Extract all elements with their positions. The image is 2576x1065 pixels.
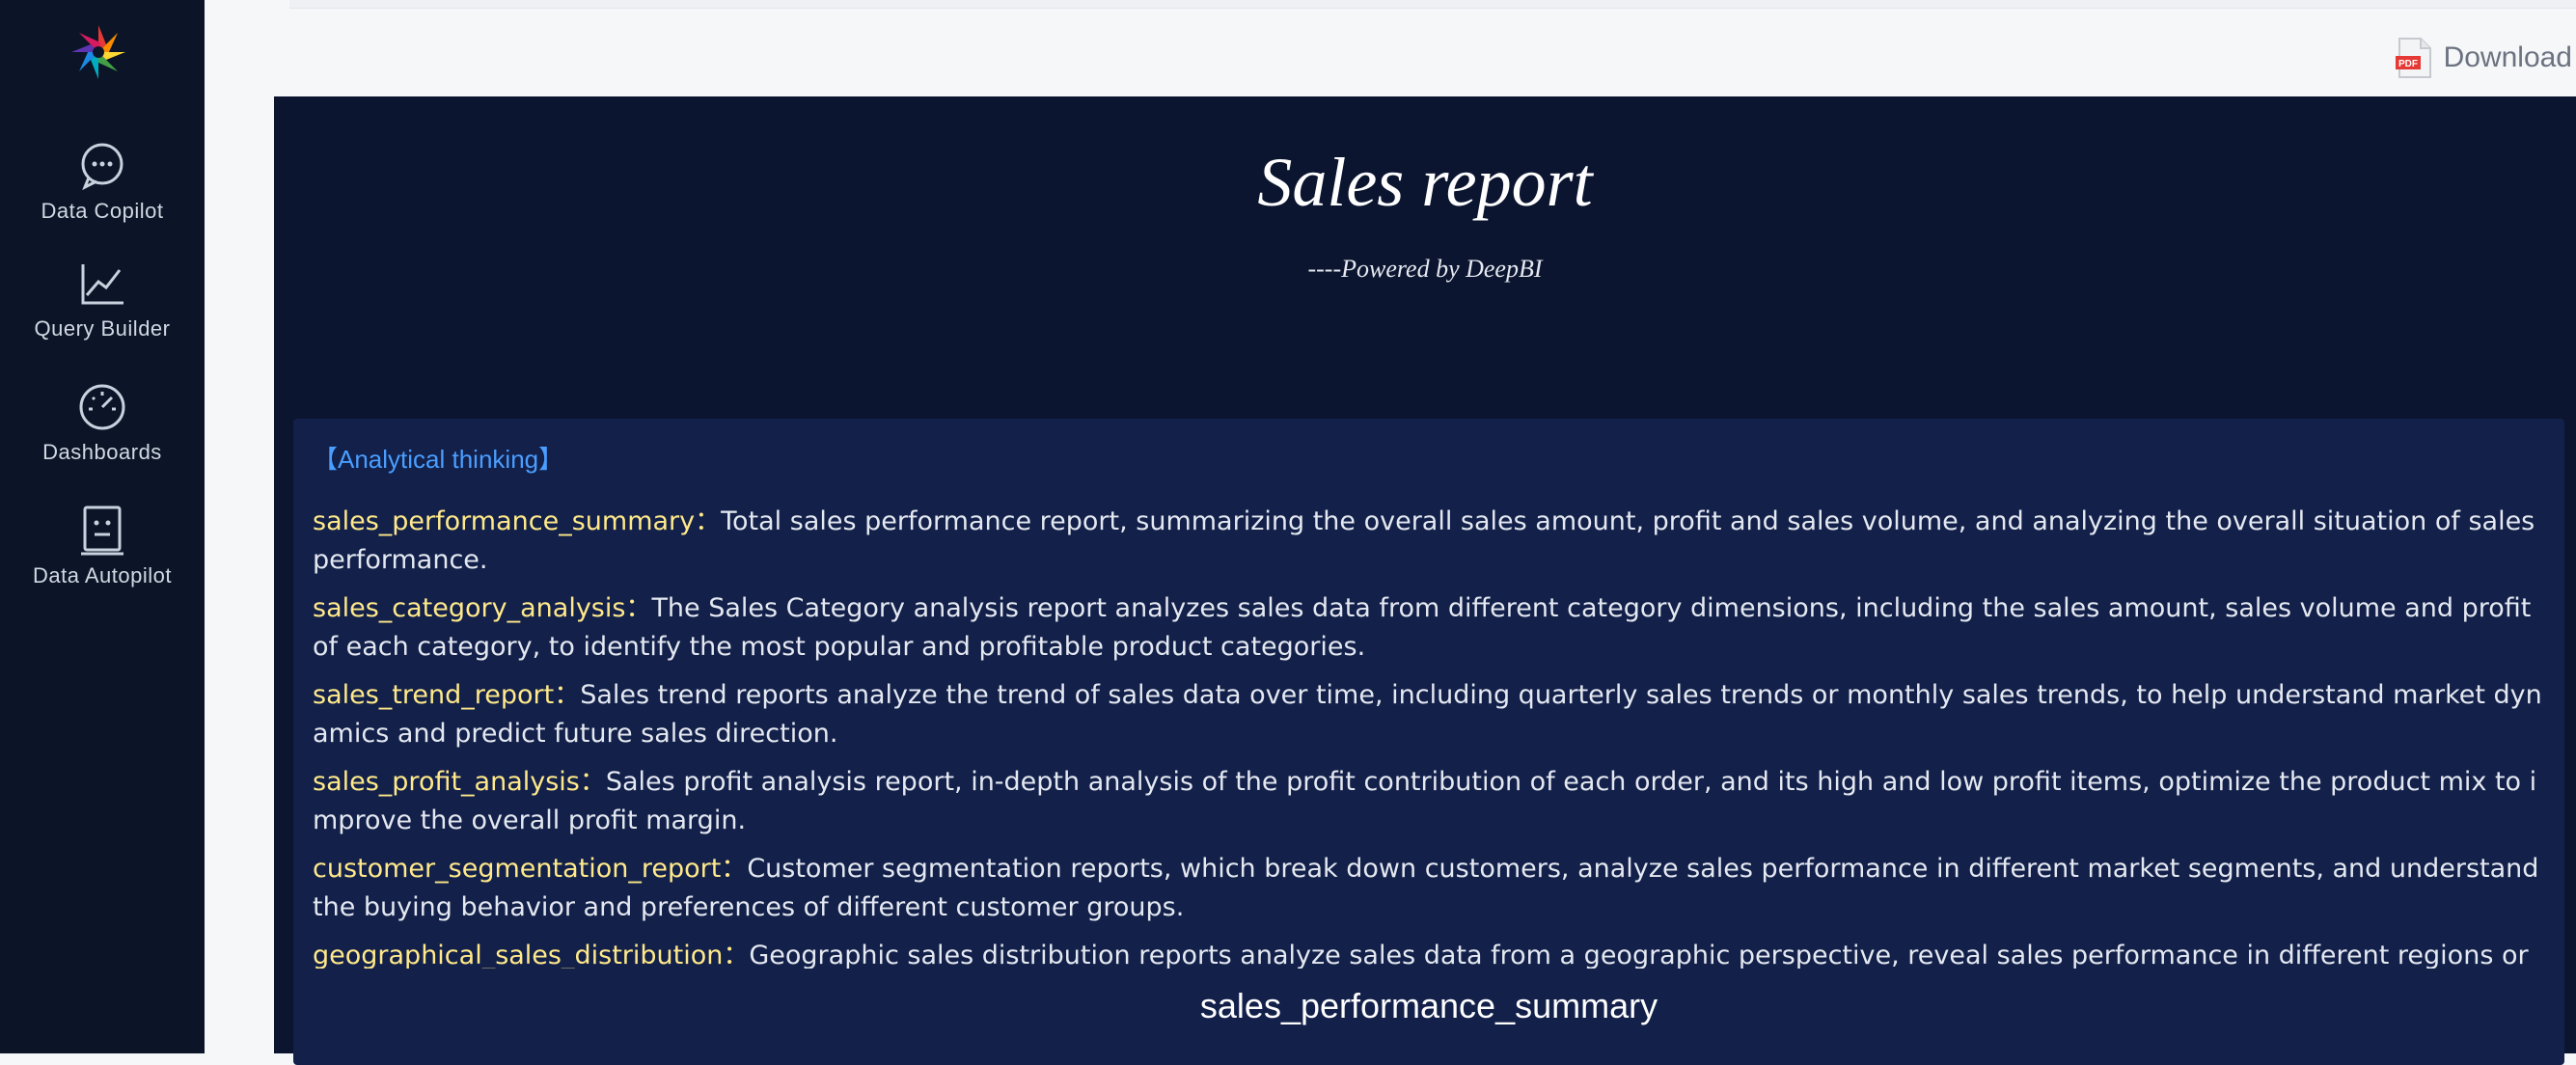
- item-key: customer_segmentation_report：: [313, 854, 748, 884]
- item-key: sales_category_analysis：: [313, 593, 652, 623]
- line-chart-icon: [81, 264, 123, 305]
- top-header-edge: [289, 0, 2576, 9]
- sidebar-item-data-copilot[interactable]: Data Copilot: [0, 139, 205, 224]
- download-label: Download: [2443, 41, 2572, 73]
- item-key: sales_trend_report：: [313, 680, 581, 710]
- item-text: Sales profit analysis report, in-depth a…: [313, 767, 2537, 835]
- analytical-thinking-heading: 【Analytical thinking】: [313, 445, 564, 474]
- list-item: sales_trend_report：Sales trend reports a…: [313, 676, 2545, 753]
- report-panel: Sales report ----Powered by DeepBI 【Anal…: [274, 96, 2576, 1065]
- sidebar-item-label: Data Copilot: [41, 199, 164, 223]
- sidebar-item-label: Dashboards: [42, 440, 162, 464]
- deepbi-logo-icon[interactable]: [68, 21, 129, 83]
- svg-text:PDF: PDF: [2398, 59, 2418, 69]
- robot-icon: [81, 505, 123, 556]
- sidebar-item-label: Data Autopilot: [33, 563, 172, 587]
- sidebar-item-label: Query Builder: [34, 316, 171, 341]
- sidebar: Data Copilot Query Builder Dashboards Da…: [0, 0, 205, 1053]
- chat-bubbles-icon: [81, 143, 123, 191]
- item-key: sales_performance_summary：: [313, 506, 722, 536]
- list-item: sales_performance_summary：Total sales pe…: [313, 503, 2545, 580]
- list-item: customer_segmentation_report：Customer se…: [313, 850, 2545, 927]
- item-key: geographical_sales_distribution：: [313, 941, 750, 970]
- section-title: sales_performance_summary: [1199, 986, 1658, 1025]
- download-button[interactable]: PDF Download: [2394, 37, 2572, 79]
- sidebar-item-dashboards[interactable]: Dashboards: [0, 380, 205, 465]
- list-item: sales_category_analysis：The Sales Catego…: [313, 589, 2545, 667]
- item-text: Sales trend reports analyze the trend of…: [313, 680, 2542, 749]
- section-card: sales_performance_summary: [293, 969, 2564, 1065]
- item-key: sales_profit_analysis：: [313, 767, 606, 797]
- sidebar-item-query-builder[interactable]: Query Builder: [0, 257, 205, 341]
- report-subtitle: ----Powered by DeepBI: [1307, 255, 1543, 283]
- report-title: Sales report: [1257, 144, 1593, 221]
- analytical-thinking-card: 【Analytical thinking】 sales_performance_…: [293, 419, 2564, 1030]
- sidebar-item-data-autopilot[interactable]: Data Autopilot: [0, 504, 205, 588]
- list-item: sales_profit_analysis：Sales profit analy…: [313, 763, 2545, 840]
- pdf-file-icon: PDF: [2395, 38, 2431, 78]
- gauge-icon: [79, 384, 125, 430]
